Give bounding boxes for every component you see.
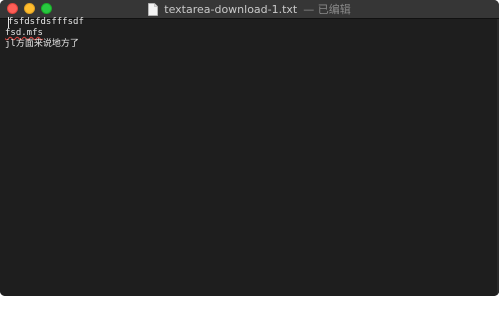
text-editor-window: textarea-download-1.txt — 已编辑 fsfdsfdsff… (0, 0, 499, 296)
text-line-3[interactable]: jl方面来说地方了 (5, 39, 79, 50)
window-title: textarea-download-1.txt (164, 2, 298, 16)
document-icon[interactable] (148, 2, 159, 16)
text-area[interactable]: fsfdsfdsfffsdf fsd.mfs jl方面来说地方了 (0, 17, 499, 296)
text-line-2[interactable]: fsd.mfs (5, 28, 43, 39)
text-line-1[interactable]: fsfdsfdsfffsdf (8, 17, 84, 28)
edited-status: — 已编辑 (303, 3, 351, 16)
window-title-group: textarea-download-1.txt — 已编辑 (0, 0, 499, 18)
